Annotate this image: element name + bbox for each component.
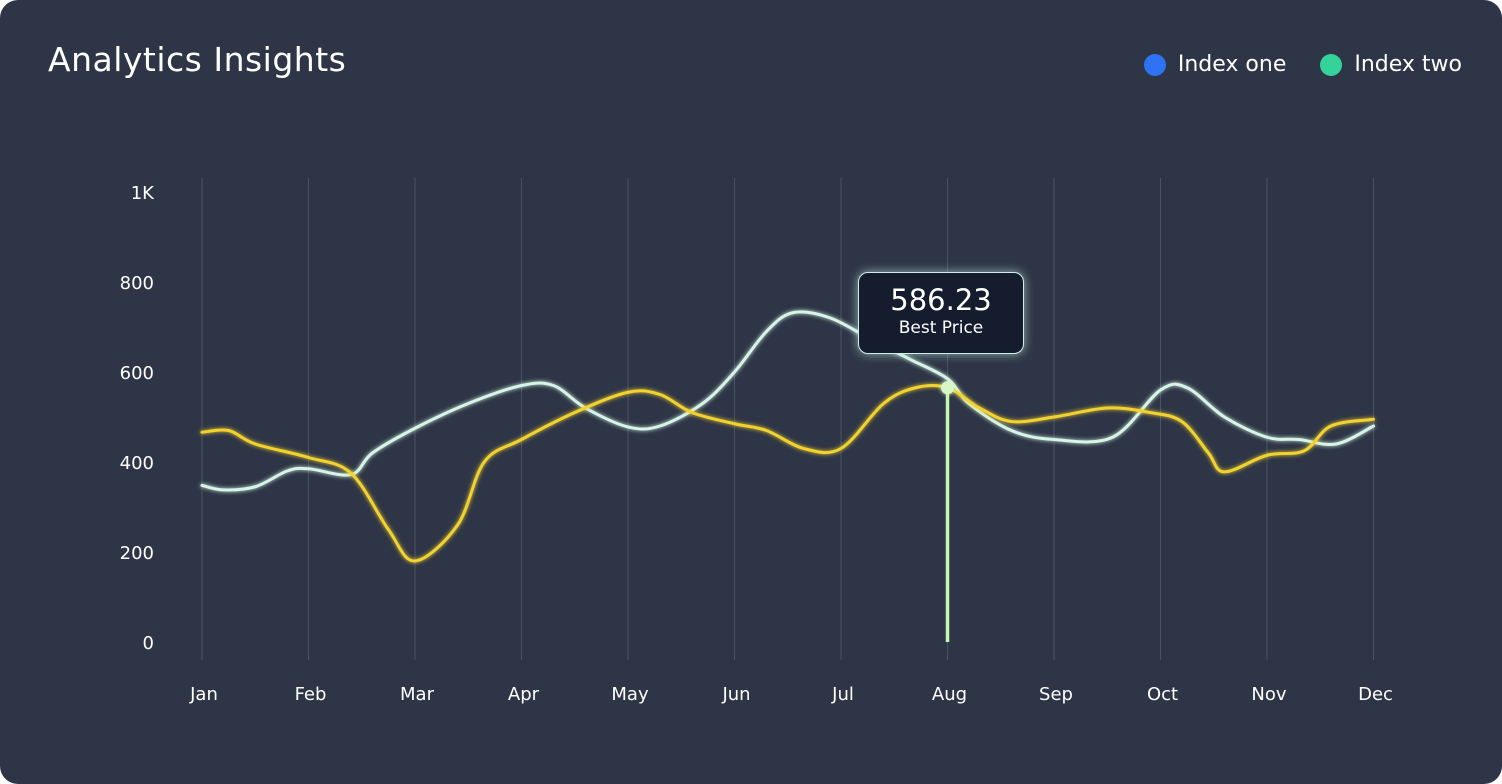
tooltip-label: Best Price (898, 318, 984, 338)
highlight-point[interactable] (941, 381, 954, 395)
x-tick-may: May (611, 684, 649, 705)
series-line-2 (200, 310, 1375, 492)
grid-lines (201, 178, 1374, 660)
y-axis-ticks: 0 200 400 600 800 1K (120, 183, 156, 654)
x-tick-jun: Jun (721, 684, 750, 705)
y-tick-0: 0 (143, 633, 154, 654)
x-axis-ticks: Jan Feb Mar Apr May Jun Jul Aug Sep Oct Nov Dec (189, 684, 1393, 705)
x-tick-oct: Oct (1147, 684, 1178, 705)
series-lines (200, 310, 1375, 563)
y-tick-1k: 1K (131, 183, 155, 204)
x-tick-sep: Sep (1039, 684, 1073, 705)
line-chart: 0 200 400 600 800 1K Jan Feb Mar Apr May Jun Jul Aug… (120, 178, 1393, 705)
x-tick-apr: Apr (508, 684, 540, 705)
y-tick-800: 800 (120, 273, 154, 294)
tooltip: 586.23 Best Price (858, 272, 1024, 354)
highlight-marker (941, 381, 954, 642)
x-tick-dec: Dec (1358, 684, 1393, 705)
series-line-1 (200, 384, 1375, 563)
chart-card: Analytics Insights Index one Index two 0… (0, 0, 1502, 784)
x-tick-feb: Feb (295, 684, 327, 705)
x-tick-jul: Jul (831, 684, 854, 705)
tooltip-value: 586.23 (890, 283, 992, 317)
x-tick-aug: Aug (932, 684, 967, 705)
y-tick-200: 200 (120, 543, 154, 564)
y-tick-600: 600 (120, 363, 154, 384)
x-tick-mar: Mar (400, 684, 435, 705)
x-tick-jan: Jan (189, 684, 218, 705)
x-tick-nov: Nov (1251, 684, 1286, 705)
y-tick-400: 400 (120, 453, 154, 474)
